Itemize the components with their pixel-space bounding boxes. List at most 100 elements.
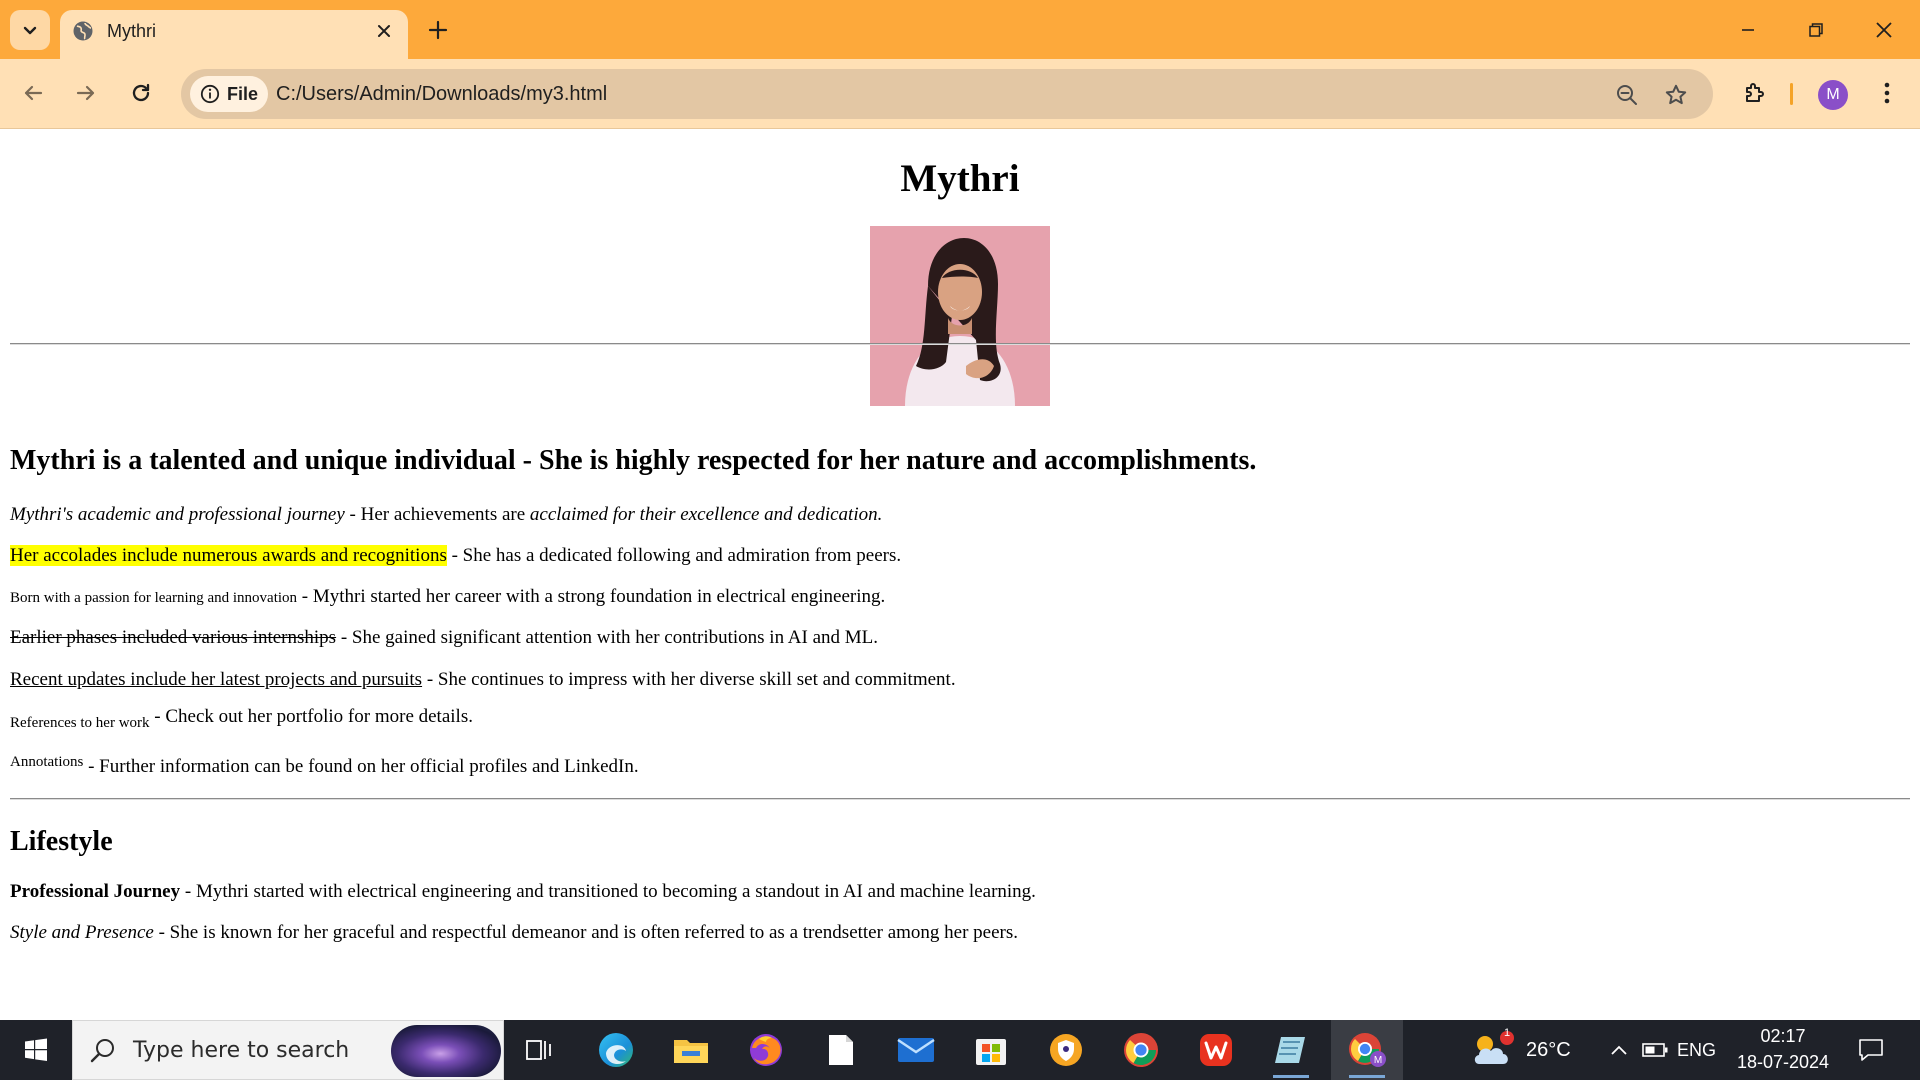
chrome-profile-icon: M <box>1349 1033 1386 1067</box>
clock-time[interactable]: 02:17 <box>1735 1024 1831 1048</box>
style-presence-label: Style and Presence <box>10 922 154 943</box>
taskbar-search-box[interactable]: Type here to search <box>72 1020 504 1080</box>
search-placeholder: Type here to search <box>133 1038 350 1063</box>
horizontal-rule <box>10 798 1910 800</box>
svg-text:M: M <box>1374 1055 1382 1066</box>
internships-line: Earlier phases included various internsh… <box>10 626 878 650</box>
passion-text: - Mythri started her career with a stron… <box>297 586 886 607</box>
puzzle-icon <box>1746 83 1764 102</box>
search-icon <box>90 1039 114 1063</box>
annotations-line: Annotations - Further information can be… <box>10 754 639 780</box>
task-view-button[interactable] <box>509 1026 569 1074</box>
small-text: Born with a passion for learning and inn… <box>10 590 298 606</box>
clock-date[interactable]: 18-07-2024 <box>1735 1050 1831 1074</box>
chevron-up-icon <box>1611 1045 1627 1055</box>
underlined-text: Recent updates include her latest projec… <box>10 669 423 690</box>
windows-logo-icon <box>25 1038 47 1061</box>
extensions-button[interactable] <box>1737 75 1773 111</box>
menu-button[interactable] <box>1869 75 1905 111</box>
superscript-text: Annotations <box>10 754 84 770</box>
chevron-down-icon <box>23 26 37 35</box>
minimize-button[interactable] <box>1728 14 1768 46</box>
page-content: Mythri Mythri is a talented and unique i… <box>0 130 1920 1020</box>
passion-line: Born with a passion for learning and inn… <box>10 585 885 610</box>
annotations-text: - Further information can be found on he… <box>83 756 639 777</box>
chrome-profile-app[interactable]: M <box>1337 1026 1397 1078</box>
battery-indicator[interactable] <box>1638 1026 1672 1074</box>
more-vertical-icon <box>1884 82 1890 104</box>
back-button[interactable] <box>15 75 51 111</box>
firefox-app[interactable] <box>736 1026 796 1074</box>
updates-line: Recent updates include her latest projec… <box>10 668 956 692</box>
star-icon <box>1665 84 1687 105</box>
arrow-right-icon <box>76 85 95 101</box>
battery-icon <box>1642 1043 1668 1057</box>
wps-office-app[interactable] <box>1186 1026 1246 1074</box>
site-chip-label: File <box>227 83 259 104</box>
microsoft-store-app[interactable] <box>961 1026 1021 1074</box>
journey-mid: - Her achievements are <box>344 504 530 525</box>
close-window-button[interactable] <box>1864 14 1904 46</box>
browser-toolbar: File C:/Users/Admin/Downloads/my3.html M <box>0 59 1920 129</box>
weather-temperature[interactable]: 26°C <box>1526 1037 1571 1063</box>
notification-icon <box>1859 1039 1883 1061</box>
wps-icon <box>1200 1034 1232 1066</box>
address-bar[interactable]: File C:/Users/Admin/Downloads/my3.html <box>181 69 1713 119</box>
zoom-button[interactable] <box>1613 81 1641 109</box>
folder-icon <box>674 1040 708 1063</box>
notepad-app[interactable] <box>811 1026 871 1074</box>
journey-lead: Mythri's academic and professional journ… <box>10 504 345 525</box>
chrome-app[interactable] <box>1111 1026 1171 1074</box>
edge-app[interactable] <box>586 1026 646 1074</box>
start-button[interactable] <box>0 1020 72 1080</box>
zoom-out-icon <box>1617 85 1637 105</box>
restore-button[interactable] <box>1796 14 1836 46</box>
show-hidden-icons-button[interactable] <box>1604 1026 1634 1074</box>
language-indicator[interactable]: ENG <box>1677 1037 1716 1063</box>
edge-icon <box>599 1033 633 1067</box>
task-view-icon <box>526 1040 551 1060</box>
browser-tab[interactable]: Mythri <box>60 10 408 60</box>
journey-line: Mythri's academic and professional journ… <box>10 503 882 527</box>
new-tab-button[interactable] <box>424 16 452 44</box>
reload-button[interactable] <box>123 75 159 111</box>
site-info-chip[interactable]: File <box>190 76 268 112</box>
globe-icon <box>73 21 93 41</box>
minimize-icon <box>1742 29 1754 31</box>
journey-tail: acclaimed for their excellence and dedic… <box>529 504 883 525</box>
style-presence-line: Style and Presence - She is known for he… <box>10 921 1018 945</box>
notifications-button[interactable] <box>1851 1026 1891 1074</box>
forward-button[interactable] <box>68 75 104 111</box>
tab-close-button[interactable] <box>372 19 396 43</box>
references-line: References to her work - Check out her p… <box>10 705 473 731</box>
search-highlight-image <box>391 1025 501 1077</box>
page-title: Mythri <box>900 157 1020 200</box>
notebook-icon <box>1275 1037 1305 1063</box>
file-explorer-app[interactable] <box>661 1026 721 1074</box>
plus-icon <box>428 20 448 40</box>
tab-title: Mythri <box>107 21 156 41</box>
highlighted-text: Her accolades include numerous awards an… <box>10 545 447 566</box>
arrow-left-icon <box>24 85 43 101</box>
chrome-icon <box>1124 1033 1158 1067</box>
reload-icon <box>132 83 150 102</box>
info-icon <box>200 84 220 104</box>
mail-app[interactable] <box>886 1026 946 1074</box>
document-icon <box>829 1035 853 1065</box>
active-indicator <box>1273 1075 1309 1078</box>
weather-badge: 1 <box>1503 1027 1511 1039</box>
editor-app[interactable] <box>1261 1026 1321 1078</box>
browser-title-bar: Mythri <box>0 0 1920 60</box>
url-text[interactable]: C:/Users/Admin/Downloads/my3.html <box>276 81 607 107</box>
profile-avatar[interactable]: M <box>1818 80 1848 110</box>
lifestyle-heading: Lifestyle <box>10 826 113 857</box>
professional-journey-text: - Mythri started with electrical enginee… <box>180 881 1036 902</box>
accolades-line: Her accolades include numerous awards an… <box>10 544 901 568</box>
windows-taskbar: Type here to search M 1 26°C ENG 02:17 1… <box>0 1020 1920 1080</box>
shield-icon <box>1050 1034 1082 1066</box>
updates-text: - She continues to impress with her dive… <box>422 669 956 690</box>
restore-icon <box>1809 23 1823 37</box>
security-app[interactable] <box>1036 1026 1096 1074</box>
bookmark-button[interactable] <box>1662 81 1690 109</box>
tab-search-button[interactable] <box>10 10 50 50</box>
